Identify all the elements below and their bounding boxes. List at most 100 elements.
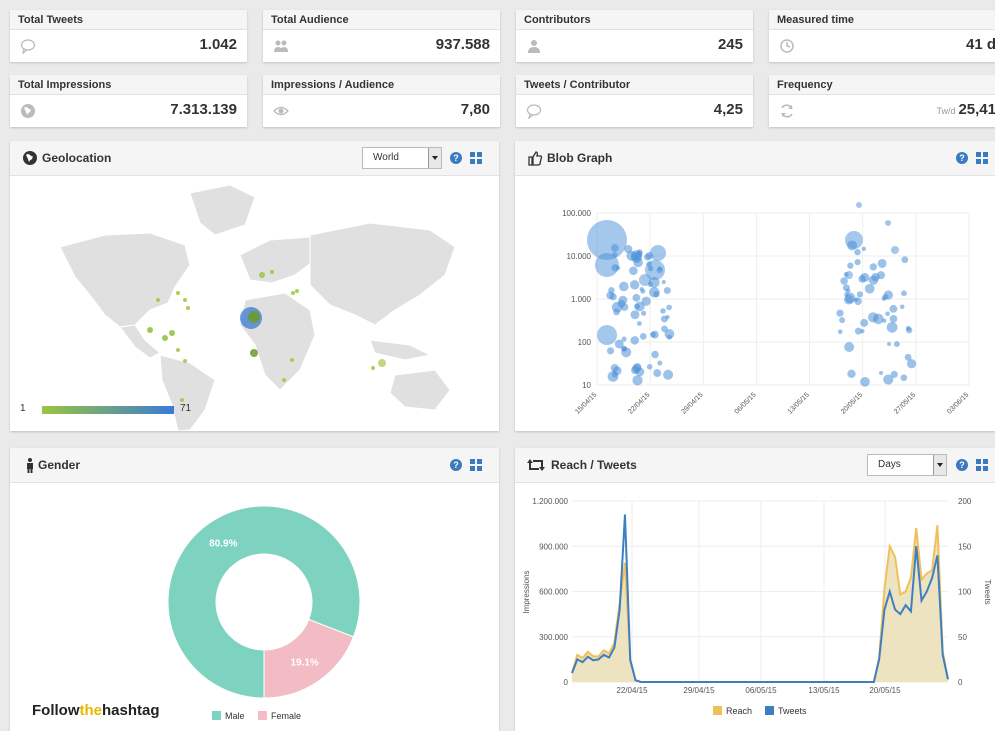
x-tick-label: 22/04/15 [616,686,648,695]
chevron-down-icon [933,455,946,475]
blob-point [641,310,647,316]
legend-gradient [42,406,174,414]
map-europe [239,236,316,284]
blob-point [661,325,668,333]
stat-number: 4,25 [713,101,743,118]
blob-point [868,275,879,285]
blob-chart: 100.000 10.000 1.000 100 1015/04/15 22/04/15 2… [562,202,970,416]
blob-graph-panel: Blob Graph ? 100.000 10.000 1.000 100 10 15/0… [515,141,995,431]
region-select[interactable]: World [362,147,442,169]
geolocation-header: Geolocation World ? [10,141,499,176]
x-tick-label: 29/04/15 [683,686,715,695]
geolocation-panel: Geolocation World ? 1 71 [10,141,499,431]
help-icon[interactable]: ? [956,152,968,164]
geo-dot [156,298,160,302]
y-tick-label: 100.000 [562,209,591,218]
pie-label: 80.9% [209,539,237,550]
legend-swatch [713,706,722,715]
stat-card: Measured time 41 d [769,10,995,62]
stat-label: Frequency [769,75,995,95]
geo-dot [147,327,153,333]
blob-point [883,290,893,300]
period-select[interactable]: Days [867,454,947,476]
y-tick-label: 1.000 [571,295,592,304]
stat-card: Impressions / Audience 7,80 [263,75,500,127]
stat-value: 4,25 [711,101,743,118]
blob-point [889,304,898,313]
male-icon [27,458,33,473]
legend-label: Female [271,711,301,721]
blob-point [893,341,900,348]
y2-tick-label: 0 [958,678,963,687]
blob-point [639,287,644,292]
blob-point [901,256,909,264]
blob-point [630,336,639,345]
blob-point [630,310,640,320]
legend-label: Male [225,711,245,721]
blob-point [889,314,898,323]
map-north-america [59,232,191,328]
blob-point [631,250,642,261]
stat-label: Total Tweets [10,10,247,30]
map-asia [309,222,456,326]
grid-icon[interactable] [470,459,482,471]
world-map [59,184,456,431]
geo-dot [250,349,258,357]
grid-icon[interactable] [470,152,482,164]
blob-point [619,281,629,292]
x-tick-label: 06/05/15 [745,686,777,695]
x-tick-label: 13/05/15 [808,686,840,695]
blob-header: Blob Graph ? [515,141,995,176]
blob-point [629,280,640,290]
geo-dot [270,270,274,274]
stat-number: 937.588 [435,36,490,53]
eye-icon [273,103,289,119]
geo-dot [259,272,265,278]
blob-point [854,248,861,256]
legend-max: 71 [180,403,192,414]
blob-point [837,329,843,335]
help-icon[interactable]: ? [450,459,462,471]
grid-icon[interactable] [976,152,988,164]
legend-label: Reach [726,706,752,716]
geo-dot [282,378,286,382]
stat-label: Total Impressions [10,75,247,95]
geo-dot [186,306,190,310]
gender-header: Gender ? [10,448,499,483]
geo-dot-large [248,311,260,323]
user-icon [526,38,542,54]
geo-dot [183,359,187,363]
speech-bubble-icon [526,103,542,120]
legend-swatch [765,706,774,715]
geo-dot [176,348,180,352]
stat-card: Total Impressions 7.313.139 [10,75,247,127]
help-icon[interactable]: ? [450,152,462,164]
blob-point [885,220,891,226]
map-greenland [189,184,256,236]
blob-point [666,334,672,340]
stat-label: Total Audience [263,10,500,30]
blob-point [649,287,660,298]
blob-title: Blob Graph [547,151,613,165]
blob-point [644,253,651,261]
legend-swatch [258,711,267,720]
blob-point [631,366,640,375]
stat-card: Total Tweets 1.042 [10,10,247,62]
y-tick-label: 900.000 [539,542,568,551]
brand-mid: the [79,702,103,719]
blob-point [905,325,911,331]
stat-label: Tweets / Contributor [516,75,753,95]
legend-label: Tweets [778,706,807,716]
geo-dot [176,291,180,295]
blob-point [868,312,879,323]
stat-value: 7.313.139 [167,101,237,118]
grid-icon[interactable] [976,459,988,471]
blob-point [900,374,908,382]
stat-value: 937.588 [433,36,490,53]
blob-point [885,311,890,317]
reach-title: Reach / Tweets [551,458,637,472]
blob-point [856,291,864,298]
blob-point [637,321,642,326]
help-icon[interactable]: ? [956,459,968,471]
blob-point [858,275,867,283]
